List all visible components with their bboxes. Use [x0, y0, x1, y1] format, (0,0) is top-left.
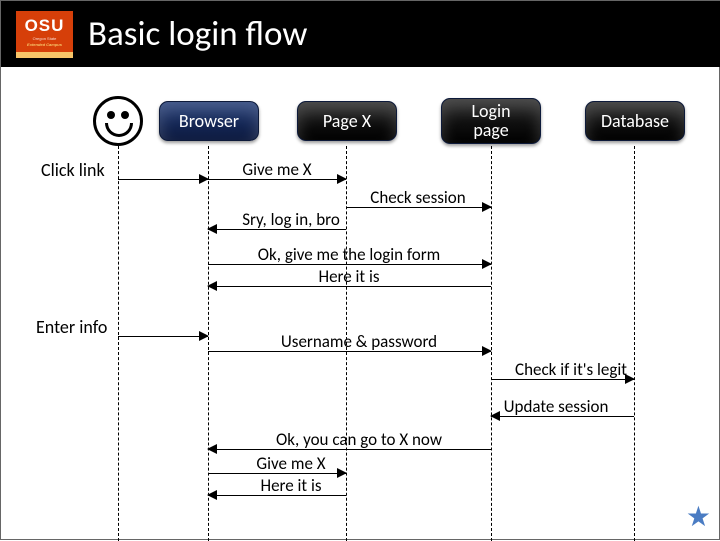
arrow-m6: [491, 379, 634, 380]
logo-tag: Extended Campus: [27, 42, 62, 47]
actor-browser-label: Browser: [179, 112, 239, 131]
lifeline-user: [118, 146, 119, 541]
header-bar: OSU Oregon State Extended Campus Basic l…: [1, 1, 720, 67]
arrow-m4a: [208, 264, 491, 265]
msg-login-form-resp: Here it is: [318, 266, 379, 287]
msg-give-me-x-1: Give me X: [242, 159, 311, 180]
actor-database: Database: [585, 101, 685, 141]
actor-login-page: Login page: [441, 98, 541, 144]
arrow-m5: [208, 351, 491, 352]
actor-database-label: Database: [601, 112, 669, 131]
lifeline-browser: [208, 146, 209, 541]
msg-credentials: Username & password: [281, 331, 437, 352]
arrow-m3: [208, 229, 346, 230]
arrow-m7: [491, 416, 634, 417]
msg-check-session: Check session: [370, 187, 465, 208]
user-icon: [93, 96, 143, 146]
arrow-user-enter: [118, 336, 208, 337]
msg-sry-login: Sry, log in, bro: [242, 209, 340, 230]
logo-sub: Oregon State: [33, 36, 57, 41]
actor-browser: Browser: [159, 101, 259, 141]
arrow-m2: [346, 207, 491, 208]
msg-login-form-req: Ok, give me the login form: [258, 244, 440, 265]
lifeline-database: [634, 146, 635, 541]
action-enter-info: Enter info: [36, 316, 107, 338]
actor-page-x-label: Page X: [323, 112, 371, 131]
slide-title: Basic login flow: [88, 13, 307, 55]
msg-update-session: Update session: [504, 396, 609, 417]
osu-logo: OSU Oregon State Extended Campus: [16, 11, 73, 58]
star-icon: ★: [686, 499, 711, 534]
actor-page-x: Page X: [297, 101, 397, 141]
msg-here-it-is: Here it is: [260, 475, 321, 496]
arrow-user-click: [118, 179, 208, 180]
arrow-m9: [208, 473, 346, 474]
arrow-m4b: [208, 286, 491, 287]
arrow-m8: [208, 449, 491, 450]
sequence-diagram: Browser Page X Login page Database Click…: [1, 101, 720, 531]
msg-go-to-x: Ok, you can go to X now: [276, 429, 442, 450]
msg-give-me-x-2: Give me X: [256, 453, 325, 474]
action-click-link: Click link: [41, 159, 105, 181]
logo-main: OSU: [25, 16, 65, 36]
arrow-m10: [208, 495, 346, 496]
msg-check-legit: Check if it's legit: [515, 359, 627, 380]
arrow-m1: [208, 179, 346, 180]
actor-login-label: Login page: [454, 102, 528, 140]
